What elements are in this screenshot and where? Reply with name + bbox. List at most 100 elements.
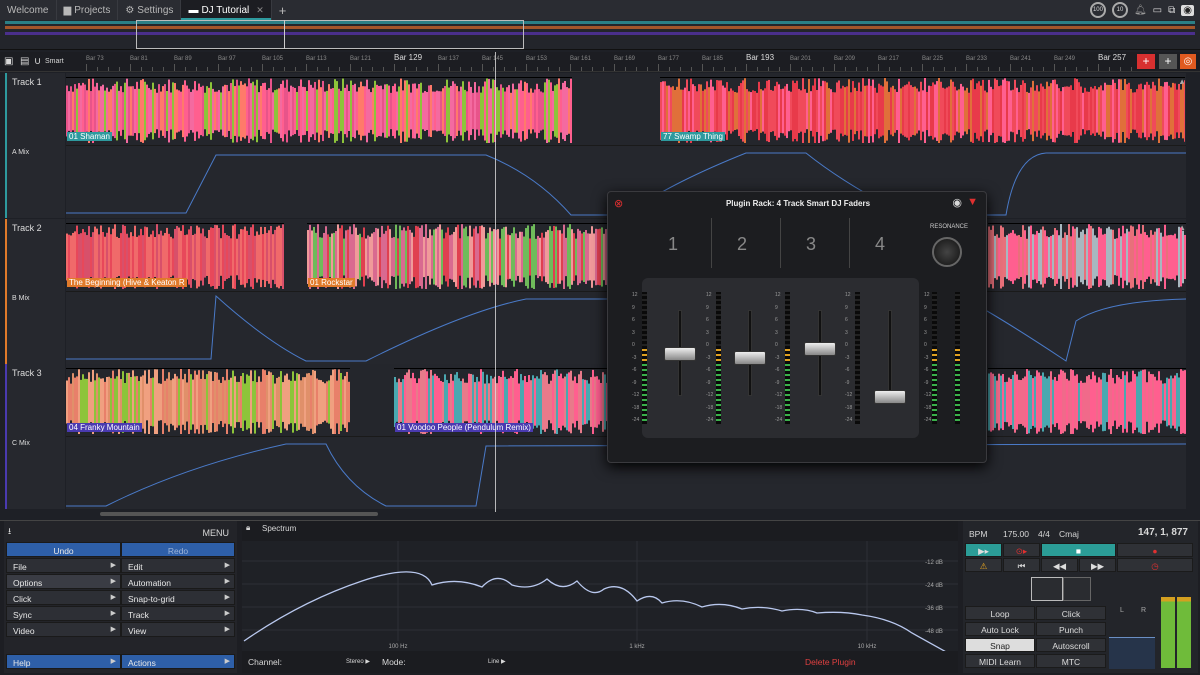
audio-clip[interactable]: 01 Rockstar — [307, 223, 607, 289]
transport-toggle[interactable]: Punch — [1036, 622, 1106, 636]
lock-icon[interactable]: 🔒︎ — [246, 523, 250, 533]
menu-item[interactable]: File ▶ — [6, 558, 121, 573]
menu-item[interactable]: Track ▶ — [121, 606, 235, 621]
transport-toggle[interactable]: Loop — [965, 606, 1035, 620]
windows-icon[interactable]: ⧉ — [1168, 5, 1175, 16]
bpm-value[interactable]: 175.00 — [1003, 529, 1029, 539]
stop-button[interactable]: ■ — [1041, 543, 1116, 557]
waveform-view-button[interactable] — [1031, 577, 1063, 601]
track-name[interactable]: Track 3 — [12, 368, 42, 378]
warning-icon[interactable]: ⚠ — [965, 558, 1002, 572]
menu-item[interactable]: Edit ▶ — [121, 558, 235, 573]
rewind-button[interactable]: ◀◀ — [1041, 558, 1078, 572]
ruler-tick — [581, 67, 582, 71]
mode-select[interactable]: Line ▶ — [488, 658, 506, 665]
menu-item[interactable]: Sync ▶ — [6, 606, 121, 621]
meter-segment — [785, 414, 790, 416]
tab-welcome[interactable]: Welcome — [0, 0, 57, 20]
clip-label: 01 Voodoo People (Pendulum Remix) — [395, 423, 533, 432]
record-mode-button[interactable]: ◎ — [1180, 54, 1196, 69]
close-icon[interactable]: ✕ — [256, 5, 264, 16]
menu-item[interactable]: Options ▶ — [6, 574, 121, 589]
audio-clip[interactable]: 01 Shaman — [66, 77, 572, 143]
fader-handle[interactable] — [874, 389, 906, 404]
ruler-tick — [207, 67, 208, 71]
transport-toggle[interactable]: MTC — [1036, 654, 1106, 668]
meter-segment — [716, 384, 721, 386]
channel-select[interactable]: Stereo ▶ — [346, 658, 370, 665]
transport-toggle[interactable]: Snap — [965, 638, 1035, 652]
resonance-knob[interactable] — [932, 237, 962, 267]
position-display[interactable]: 147, 1, 877 — [1138, 527, 1188, 538]
loop-play-button[interactable]: ▶▸ — [965, 543, 1002, 557]
time-signature[interactable]: 4/4 — [1038, 529, 1050, 539]
db-scale-label: -9 — [632, 379, 637, 386]
add-bus-button[interactable]: + — [1159, 54, 1177, 69]
audio-clip[interactable]: The Beginning (Hive & Keaton R — [66, 223, 284, 289]
playhead[interactable] — [495, 52, 496, 512]
audio-clip[interactable]: 01 Voodoo People (Pendulum Remix) — [394, 368, 607, 434]
save-icon[interactable]: ▤ — [20, 56, 29, 67]
menu-item[interactable]: Video ▶ — [6, 622, 121, 637]
transport-toggle[interactable]: MIDI Learn — [965, 654, 1035, 668]
ruler-bar-label: Bar 97 — [218, 56, 236, 62]
overview-viewport[interactable] — [136, 20, 524, 49]
audio-clip[interactable]: 77 Swamp Thing — [660, 77, 1185, 143]
timer-button[interactable]: ◷ — [1117, 558, 1193, 572]
pin-icon[interactable]: ▼ — [967, 196, 978, 208]
db-scale-label: 12 — [845, 292, 851, 298]
automation-name[interactable]: A Mix — [12, 149, 29, 156]
new-tab-button[interactable]: + — [272, 0, 294, 20]
audio-clip[interactable] — [988, 368, 1186, 434]
menu-item[interactable]: View ▶ — [121, 622, 235, 637]
fader-handle[interactable] — [804, 342, 836, 357]
timeline-ruler[interactable]: ▣ ▤ ∪ Smart Bar 73 Bar 81 Bar 89 Bar 97 Bar … — [0, 52, 1200, 72]
menu-item[interactable]: Snap-to-grid ▶ — [121, 590, 235, 605]
meter-segment — [785, 294, 790, 296]
meter-segment — [955, 384, 960, 386]
meter-segment — [716, 414, 721, 416]
audio-clip[interactable]: 04 Franky Mountain — [66, 368, 350, 434]
download-icon[interactable]: ⭳ — [8, 524, 11, 540]
bell-icon[interactable]: 🔔︎ — [1134, 5, 1147, 16]
automation-name[interactable]: C Mix — [12, 440, 30, 447]
fast-forward-button[interactable]: ▶▶ — [1079, 558, 1116, 572]
monitor-icon[interactable]: ▭ — [1153, 5, 1162, 16]
help-menu[interactable]: Help ▶ — [6, 654, 121, 669]
plugin-rack-window[interactable]: ⊗ Plugin Rack: 4 Track Smart DJ Faders ◉… — [607, 191, 987, 463]
delete-plugin-button[interactable]: Delete Plugin — [805, 657, 856, 667]
linear-view-button[interactable] — [1063, 577, 1091, 601]
master-fader[interactable] — [1109, 637, 1155, 669]
actions-menu[interactable]: Actions ▶ — [121, 654, 235, 669]
go-to-start-button[interactable]: ⏮ — [1003, 558, 1040, 572]
add-track-button[interactable]: + — [1137, 54, 1155, 69]
arrangement-overview[interactable] — [0, 20, 1200, 50]
redo-button[interactable]: Redo — [121, 542, 235, 557]
record-arm-button[interactable]: ⊙▸ — [1003, 543, 1040, 557]
magnet-icon[interactable]: ∪ — [34, 56, 41, 67]
menu-item[interactable]: Automation ▶ — [121, 574, 235, 589]
menu-item[interactable]: Click ▶ — [6, 590, 121, 605]
transport-toggle[interactable]: Auto Lock — [965, 622, 1035, 636]
fader-track[interactable] — [888, 310, 892, 396]
tab-dj-tutorial[interactable]: ▬ DJ Tutorial ✕ — [181, 0, 272, 20]
key-signature[interactable]: Cmaj — [1059, 529, 1079, 539]
track-name[interactable]: Track 2 — [12, 223, 42, 233]
db-scale-label: -12 — [845, 392, 853, 398]
eye-icon[interactable]: ◉ — [952, 196, 962, 209]
transport-toggle[interactable]: Autoscroll — [1036, 638, 1106, 652]
eye-icon[interactable]: ◉ — [1181, 4, 1194, 16]
snap-icon[interactable]: ▣ — [4, 56, 13, 67]
tab-projects[interactable]: ▆ Projects — [57, 0, 119, 20]
fader-handle[interactable] — [664, 346, 696, 361]
transport-toggle[interactable]: Click — [1036, 606, 1106, 620]
fader-handle[interactable] — [734, 351, 766, 365]
meter-segment — [955, 299, 960, 301]
automation-name[interactable]: B Mix — [12, 295, 30, 302]
horizontal-scrollbar[interactable] — [100, 512, 378, 516]
record-button[interactable]: ● — [1117, 543, 1193, 557]
audio-clip[interactable] — [988, 223, 1186, 289]
undo-button[interactable]: Undo — [6, 542, 121, 557]
track-name[interactable]: Track 1 — [12, 77, 42, 87]
tab-settings[interactable]: ⚙ Settings — [118, 0, 182, 20]
